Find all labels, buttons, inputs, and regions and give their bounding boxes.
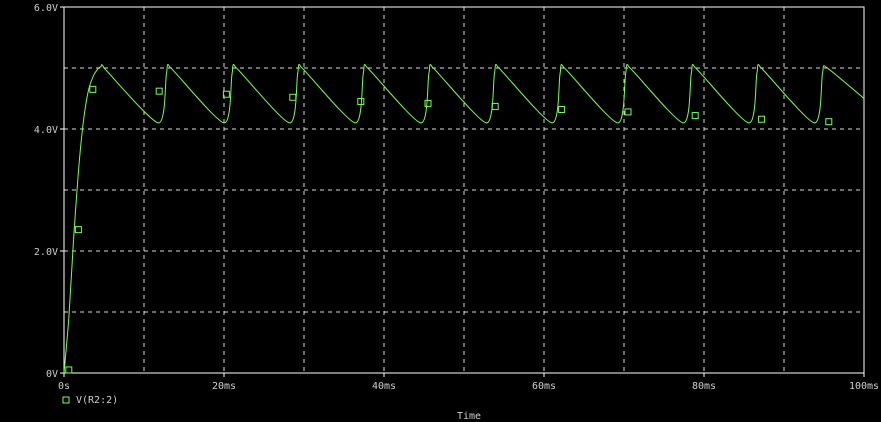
series-marker: [624, 108, 632, 116]
series-marker: [691, 112, 699, 120]
series-marker: [65, 366, 73, 374]
x-axis-label: Time: [457, 411, 481, 422]
x-tick-label: 20ms: [212, 381, 236, 392]
series-marker: [758, 115, 766, 123]
grid: [64, 7, 864, 373]
y-tick-label: 0V: [46, 369, 58, 380]
tick-labels: 0s 20ms 40ms 60ms 80ms 100ms 0V 2.0V 4.0V 6.0V: [34, 3, 879, 392]
x-tick-label: 100ms: [849, 381, 879, 392]
x-tick-label: 0s: [58, 381, 70, 392]
series-marker: [89, 85, 97, 93]
x-tick-label: 60ms: [532, 381, 556, 392]
series-marker: [74, 226, 82, 234]
series-marker: [491, 102, 499, 110]
y-tick-label: 2.0V: [34, 247, 58, 258]
legend-marker: [62, 396, 70, 404]
y-tick-label: 6.0V: [34, 3, 58, 14]
axes: [60, 6, 865, 377]
series-marker: [289, 93, 297, 101]
y-tick-label: 4.0V: [34, 125, 58, 136]
series-marker: [155, 87, 163, 95]
x-tick-label: 80ms: [692, 381, 716, 392]
legend: V(R2:2): [62, 395, 118, 406]
chart-svg: 0s 20ms 40ms 60ms 80ms 100ms 0V 2.0V 4.0V 6.0V V(…: [34, 3, 879, 422]
x-tick-label: 40ms: [372, 381, 396, 392]
series-marker: [424, 99, 432, 107]
series-marker: [825, 118, 833, 126]
series-marker: [558, 105, 566, 113]
legend-label: V(R2:2): [76, 395, 118, 406]
